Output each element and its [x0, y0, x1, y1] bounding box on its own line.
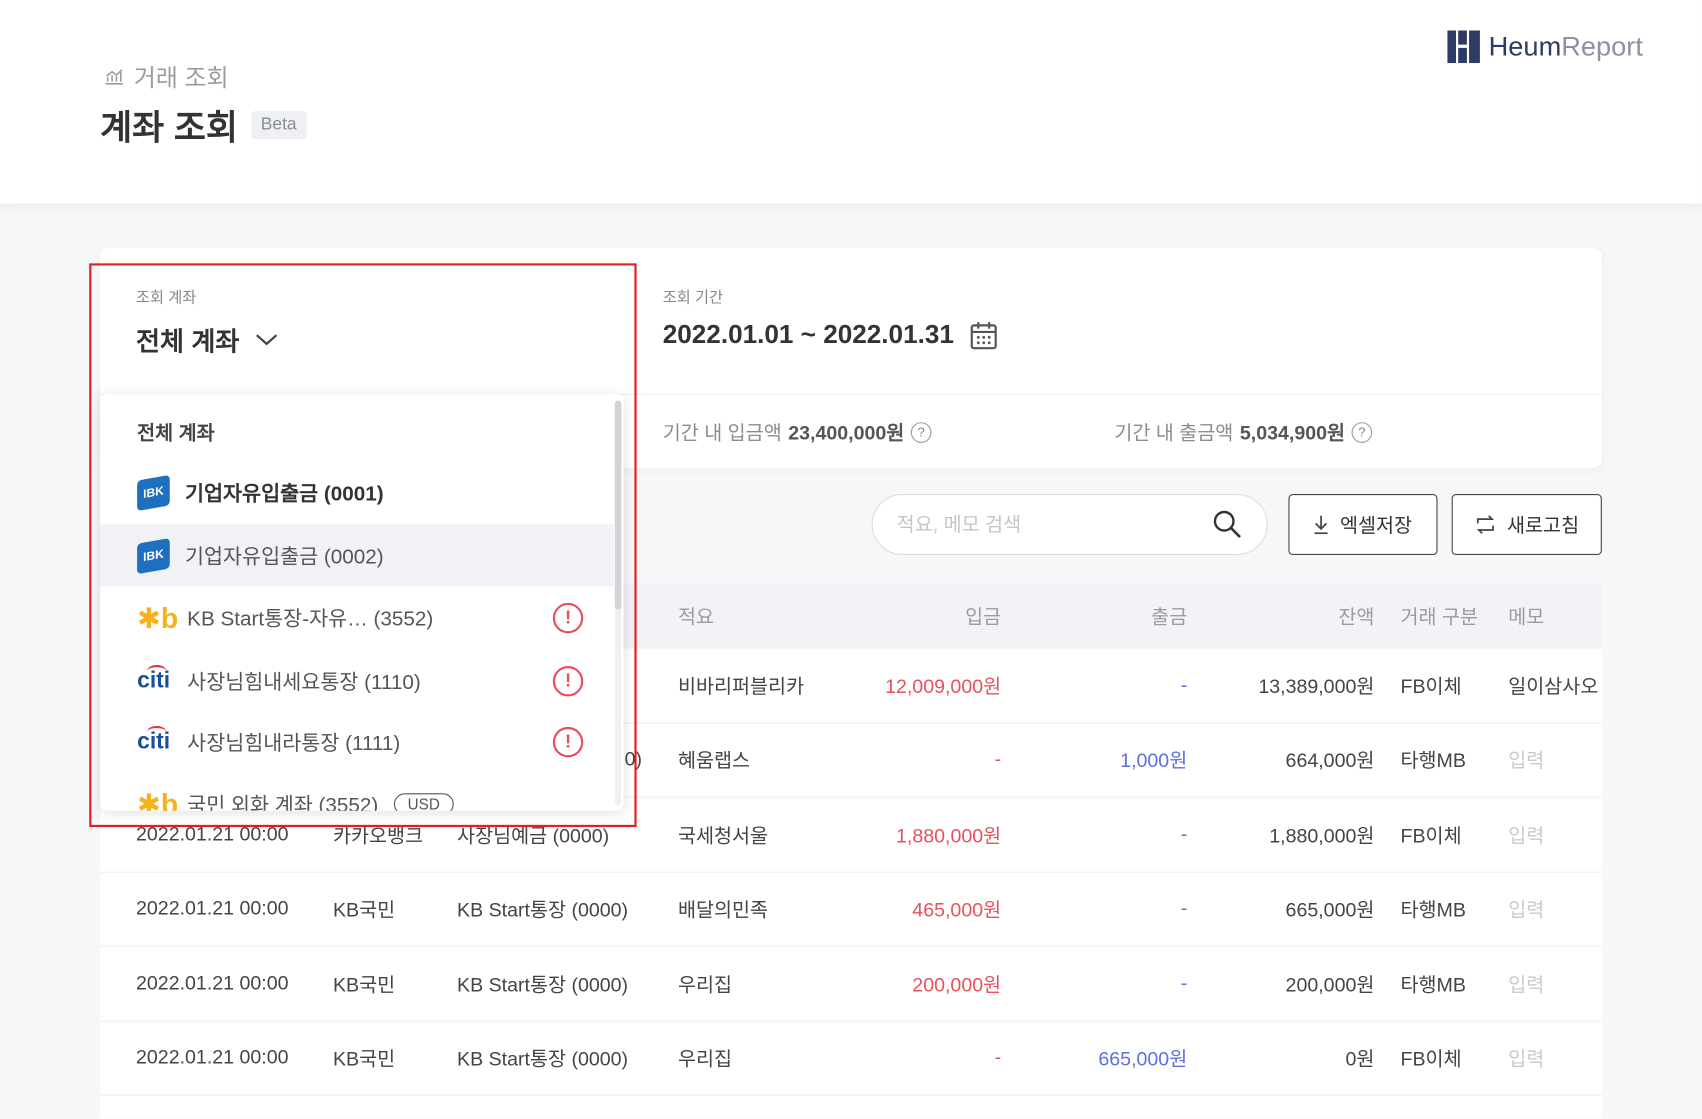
help-icon[interactable]: ? [1351, 421, 1373, 443]
row-withdraw: - [1180, 673, 1188, 696]
refresh-button[interactable]: 새로고침 [1451, 494, 1602, 555]
row-bank: KB국민 [332, 899, 396, 921]
row-desc: 혜움랩스 [677, 750, 751, 772]
row-withdraw: - [1180, 972, 1188, 994]
row-desc: 우리집 [677, 973, 733, 996]
page-title: 계좌 조회 [100, 107, 238, 147]
row-type: FB이체 [1400, 824, 1462, 847]
search-icon[interactable] [1212, 509, 1242, 539]
row-account: KB Start통장 (0000) [457, 899, 629, 921]
row-balance: 200,000원 [1285, 973, 1375, 996]
withdraw-summary: 기간 내 출금액 5,034,900원? [1114, 418, 1373, 446]
page-header: 거래 조회 계좌 조회 Beta HeumReport [0, 0, 1702, 204]
row-withdraw: 1,000원 [1120, 750, 1188, 772]
breadcrumb-label[interactable]: 거래 조회 [134, 59, 229, 94]
row-memo[interactable]: 입력 [1508, 746, 1544, 774]
row-memo[interactable]: 입력 [1508, 969, 1544, 997]
highlight-box [89, 263, 637, 828]
help-icon[interactable]: ? [910, 421, 932, 443]
col-memo: 메모 [1508, 606, 1545, 628]
col-desc: 적요 [677, 606, 714, 628]
table-row[interactable]: 2022.01.21 00:00 KB국민 KB Start통장 (0000) 우리집… [100, 947, 1602, 1022]
breadcrumb: 거래 조회 [103, 59, 229, 94]
row-date: 2022.01.21 00:00 [136, 897, 289, 920]
row-withdraw: - [1180, 822, 1188, 845]
row-bank: KB국민 [332, 973, 396, 996]
row-memo[interactable]: 입력 [1508, 895, 1544, 923]
logo: HeumReport [1447, 30, 1643, 64]
deposit-summary: 기간 내 입금액 23,400,000원? [663, 418, 932, 446]
row-desc: 우리집 [677, 1048, 733, 1070]
search-box[interactable] [871, 494, 1268, 555]
row-balance: 1,880,000원 [1269, 824, 1375, 847]
row-withdraw: - [1180, 897, 1188, 920]
row-balance: 664,000원 [1285, 750, 1375, 772]
row-date: 2022.01.21 00:00 [136, 1046, 289, 1069]
row-balance: 665,000원 [1285, 899, 1375, 921]
row-bank: KB국민 [332, 1048, 396, 1070]
row-memo[interactable]: 일이삼사오 [1508, 671, 1598, 699]
download-icon [1314, 515, 1329, 535]
col-withdraw: 출금 [1151, 606, 1188, 628]
row-memo[interactable]: 입력 [1508, 820, 1544, 848]
row-deposit: 12,009,000원 [885, 675, 1002, 698]
col-balance: 잔액 [1338, 606, 1375, 628]
col-deposit: 입금 [965, 606, 1002, 628]
table-row[interactable]: 2022.01.21 00:00 KB국민 KB Start통장 (0000) 배달의… [100, 872, 1602, 947]
row-deposit: - [994, 1046, 1002, 1069]
row-withdraw: 665,000원 [1098, 1048, 1188, 1070]
table-row[interactable]: 2022.01.21 00:00 KB국민 KB Start통장 (0000) 우리집… [100, 1021, 1602, 1096]
row-type: 타행MB [1400, 973, 1466, 996]
chart-icon [105, 69, 123, 85]
beta-badge: Beta [251, 110, 307, 140]
row-deposit: - [994, 748, 1002, 771]
row-type: FB이체 [1400, 675, 1462, 698]
logo-icon [1447, 30, 1480, 64]
excel-save-button[interactable]: 엑셀저장 [1288, 494, 1438, 555]
row-desc: 비바리퍼블리카 [677, 675, 805, 698]
period-picker[interactable]: 2022.01.01 ~ 2022.01.31 [663, 320, 998, 350]
period-label: 조회 기간 [662, 288, 724, 306]
calendar-icon[interactable] [969, 320, 997, 350]
row-type: 타행MB [1400, 899, 1466, 921]
col-type: 거래 구분 [1400, 606, 1479, 628]
row-date: 2022.01.21 00:00 [136, 972, 289, 994]
row-deposit: 465,000원 [912, 899, 1002, 921]
row-balance: 0원 [1345, 1048, 1375, 1070]
row-deposit: 1,880,000원 [895, 824, 1002, 847]
refresh-icon [1476, 515, 1494, 534]
search-input[interactable] [896, 513, 1213, 536]
row-type: 타행MB [1400, 750, 1466, 772]
row-type: FB이체 [1400, 1048, 1462, 1070]
row-account: KB Start통장 (0000) [457, 1048, 629, 1070]
row-balance: 13,389,000원 [1258, 675, 1375, 698]
row-deposit: 200,000원 [912, 973, 1002, 996]
row-account: KB Start통장 (0000) [457, 973, 629, 996]
row-desc: 국세청서울 [677, 824, 769, 847]
row-desc: 배달의민족 [677, 899, 769, 921]
row-memo[interactable]: 입력 [1508, 1044, 1544, 1072]
